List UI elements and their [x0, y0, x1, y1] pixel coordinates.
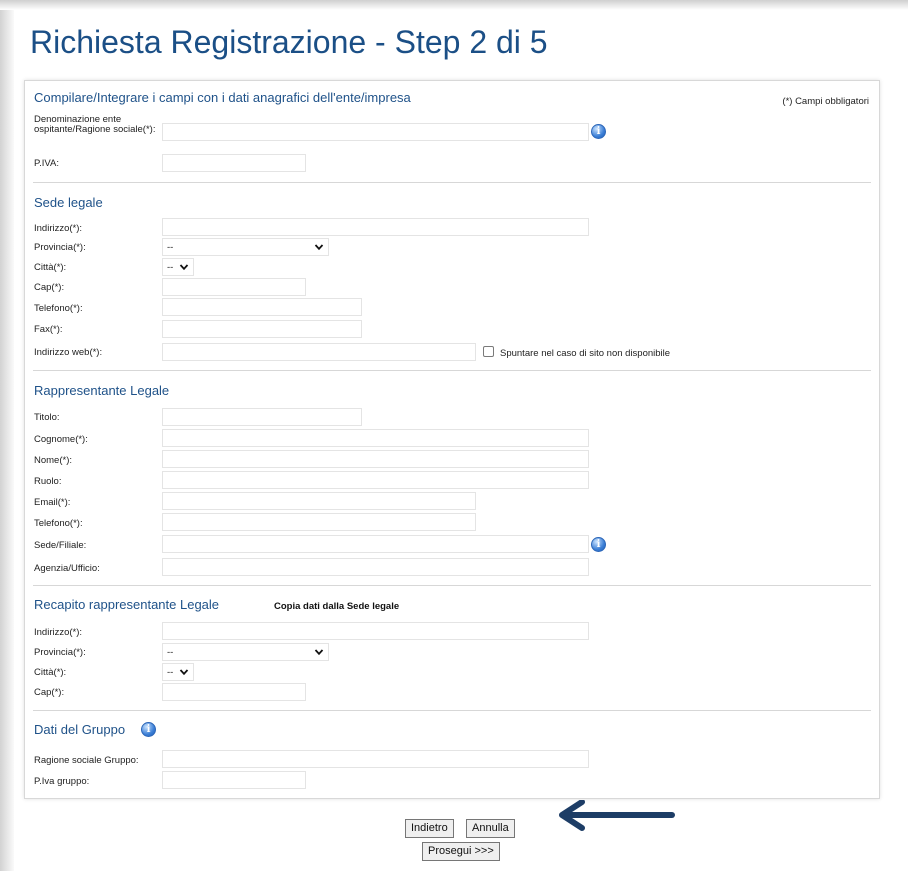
- copy-from-sede-link[interactable]: Copia dati dalla Sede legale: [274, 601, 399, 612]
- recapito-cap-input[interactable]: [162, 683, 306, 701]
- sede-provincia-label: Provincia(*):: [34, 242, 86, 253]
- piva-input[interactable]: [162, 154, 306, 172]
- window-shadow-left: [0, 0, 14, 871]
- cognome-input[interactable]: [162, 429, 589, 447]
- section-title-sede-legale: Sede legale: [34, 195, 103, 210]
- sede-provincia-value: --: [167, 242, 174, 253]
- rappresentante-telefono-input[interactable]: [162, 513, 476, 531]
- registration-form: Compilare/Integrare i campi con i dati a…: [24, 80, 880, 799]
- info-icon[interactable]: i: [591, 124, 606, 139]
- separator: [33, 182, 871, 183]
- recapito-provincia-value: --: [167, 647, 174, 658]
- next-button[interactable]: Prosegui >>>: [422, 842, 500, 861]
- sede-citta-select[interactable]: --: [162, 258, 194, 276]
- recapito-citta-value: --: [167, 667, 174, 678]
- no-website-checkbox[interactable]: [483, 346, 494, 357]
- page-title: Richiesta Registrazione - Step 2 di 5: [30, 24, 548, 60]
- section-title-rappresentante: Rappresentante Legale: [34, 383, 170, 398]
- ragione-gruppo-label: Ragione sociale Gruppo:: [34, 755, 139, 766]
- chevron-down-icon: [314, 244, 324, 251]
- agenzia-label: Agenzia/Ufficio:: [34, 563, 100, 574]
- denominazione-label: Denominazione ente ospitante/Ragione soc…: [34, 114, 156, 135]
- ruolo-label: Ruolo:: [34, 476, 62, 487]
- piva-gruppo-label: P.Iva gruppo:: [34, 776, 90, 787]
- email-input[interactable]: [162, 492, 476, 510]
- sede-telefono-input[interactable]: [162, 298, 362, 316]
- cancel-button[interactable]: Annulla: [466, 819, 515, 838]
- no-website-checkbox-label: Spuntare nel caso di sito non disponibil…: [500, 348, 671, 359]
- titolo-label: Titolo:: [34, 412, 60, 423]
- cognome-label: Cognome(*):: [34, 434, 88, 445]
- info-icon[interactable]: i: [141, 722, 156, 737]
- piva-label: P.IVA:: [34, 158, 59, 169]
- recapito-indirizzo-input[interactable]: [162, 622, 589, 640]
- sede-indirizzo-input[interactable]: [162, 218, 589, 236]
- sede-filiale-label: Sede/Filiale:: [34, 540, 87, 551]
- sede-indirizzo-label: Indirizzo(*):: [34, 223, 83, 234]
- recapito-indirizzo-label: Indirizzo(*):: [34, 627, 83, 638]
- recapito-citta-select[interactable]: --: [162, 663, 194, 681]
- titolo-input[interactable]: [162, 408, 362, 426]
- sede-filiale-input[interactable]: [162, 535, 589, 553]
- chevron-down-icon: [179, 669, 189, 676]
- info-icon[interactable]: i: [591, 537, 606, 552]
- ruolo-input[interactable]: [162, 471, 589, 489]
- section-title-gruppo: Dati del Gruppo: [34, 722, 126, 737]
- window-shadow-top: [0, 0, 908, 10]
- nome-input[interactable]: [162, 450, 589, 468]
- nome-label: Nome(*):: [34, 455, 73, 466]
- sede-citta-label: Città(*):: [34, 262, 67, 273]
- sede-fax-input[interactable]: [162, 320, 362, 338]
- separator: [33, 585, 871, 586]
- ragione-gruppo-input[interactable]: [162, 750, 589, 768]
- separator: [33, 370, 871, 371]
- rappresentante-telefono-label: Telefono(*):: [34, 518, 83, 529]
- email-label: Email(*):: [34, 497, 71, 508]
- recapito-provincia-select[interactable]: --: [162, 643, 329, 661]
- back-button[interactable]: Indietro: [405, 819, 454, 838]
- chevron-down-icon: [179, 264, 189, 271]
- separator: [33, 710, 871, 711]
- recapito-cap-label: Cap(*):: [34, 687, 65, 698]
- sede-telefono-label: Telefono(*):: [34, 303, 83, 314]
- section-title-anagrafica: Compilare/Integrare i campi con i dati a…: [34, 90, 411, 105]
- recapito-citta-label: Città(*):: [34, 667, 67, 678]
- sede-cap-label: Cap(*):: [34, 282, 65, 293]
- agenzia-input[interactable]: [162, 558, 589, 576]
- chevron-down-icon: [314, 649, 324, 656]
- sede-web-label: Indirizzo web(*):: [34, 347, 103, 358]
- sede-provincia-select[interactable]: --: [162, 238, 329, 256]
- sede-citta-value: --: [167, 262, 174, 273]
- section-title-recapito: Recapito rappresentante Legale: [34, 597, 220, 612]
- sede-fax-label: Fax(*):: [34, 324, 63, 335]
- required-fields-note: (*) Campi obbligatori: [782, 96, 869, 107]
- denominazione-input[interactable]: [162, 123, 589, 141]
- recapito-provincia-label: Provincia(*):: [34, 647, 86, 658]
- sede-web-input[interactable]: [162, 343, 476, 361]
- arrow-left-icon: [559, 800, 675, 831]
- piva-gruppo-input[interactable]: [162, 771, 306, 789]
- sede-cap-input[interactable]: [162, 278, 306, 296]
